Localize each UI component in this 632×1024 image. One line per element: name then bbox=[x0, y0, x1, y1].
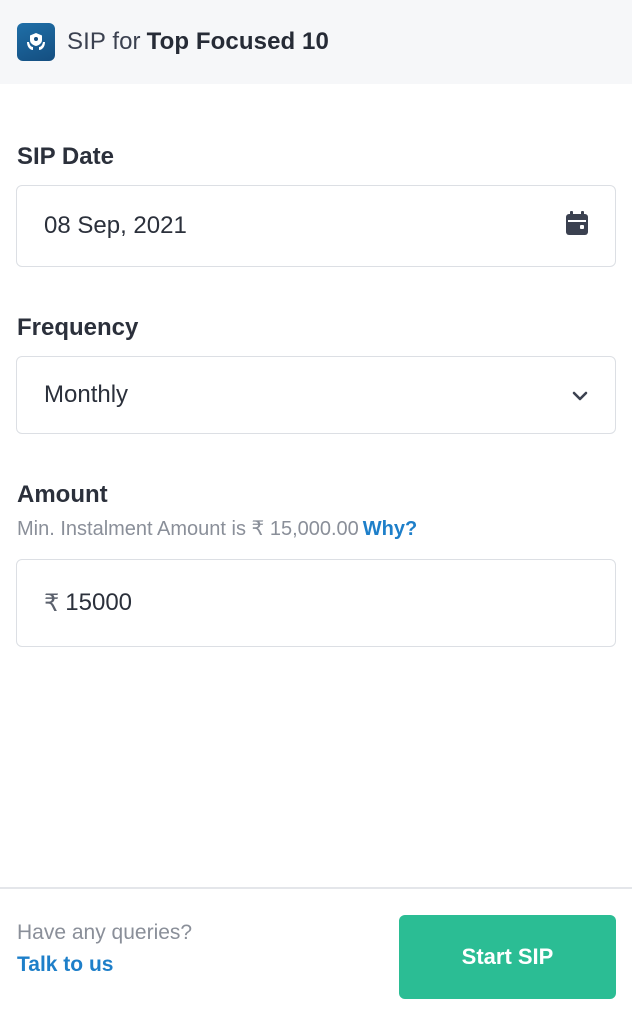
why-link[interactable]: Why? bbox=[363, 518, 417, 540]
sip-date-value: 08 Sep, 2021 bbox=[44, 212, 187, 239]
talk-to-us-link[interactable]: Talk to us bbox=[17, 953, 113, 977]
title-prefix: SIP for bbox=[67, 28, 141, 55]
frequency-label: Frequency bbox=[17, 314, 139, 341]
page-header: SIP for Top Focused 10 bbox=[0, 0, 632, 84]
page-title: SIP for Top Focused 10 bbox=[67, 28, 329, 56]
frequency-value: Monthly bbox=[44, 381, 129, 408]
fund-logo-icon bbox=[17, 23, 55, 61]
amount-input[interactable]: ₹ 15000 bbox=[16, 559, 616, 647]
sip-date-label: SIP Date bbox=[17, 143, 114, 170]
min-amount-text: Min. Instalment Amount is ₹ 15,000.00 bbox=[17, 518, 359, 540]
footer-divider bbox=[0, 887, 632, 889]
amount-value: 15000 bbox=[65, 589, 133, 616]
queries-text: Have any queries? bbox=[17, 921, 193, 944]
sip-date-field[interactable]: 08 Sep, 2021 bbox=[16, 185, 616, 267]
chevron-down-icon bbox=[571, 381, 589, 409]
calendar-icon[interactable] bbox=[565, 210, 589, 243]
rupee-symbol: ₹ bbox=[44, 589, 60, 617]
start-sip-button[interactable]: Start SIP bbox=[399, 915, 616, 999]
min-amount-hint: Min. Instalment Amount is ₹ 15,000.00 Why… bbox=[17, 516, 417, 541]
fund-name: Top Focused 10 bbox=[146, 28, 329, 55]
amount-label: Amount bbox=[17, 481, 108, 508]
frequency-select[interactable]: Monthly bbox=[16, 356, 616, 434]
